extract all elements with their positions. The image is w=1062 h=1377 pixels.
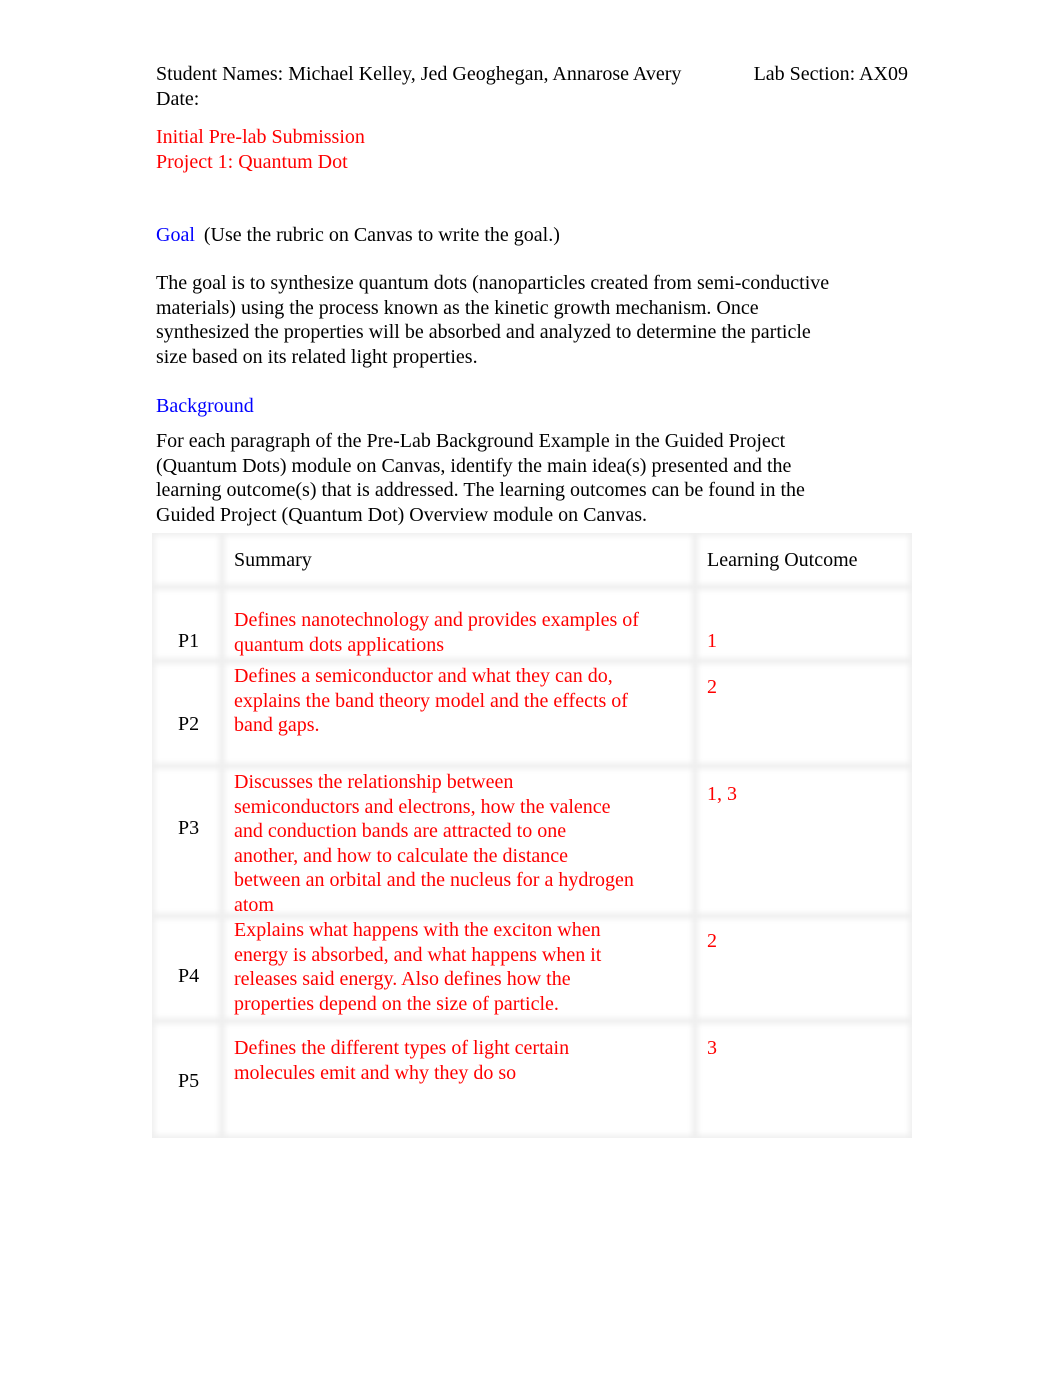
summary-cell: Explains what happens with the exciton w… [222, 916, 695, 1021]
project-title: Project 1: Quantum Dot [156, 150, 348, 173]
row-label-cell: P4 [152, 916, 222, 1021]
submission-block: Initial Pre-lab Submission Project 1: Qu… [156, 125, 365, 174]
date-label: Date: [156, 87, 200, 110]
summary-line: and conduction bands are attracted to on… [234, 820, 567, 842]
goal-paragraph: The goal is to synthesize quantum dots (… [156, 271, 866, 369]
summary-text: Explains what happens with the exciton w… [234, 918, 674, 1016]
row-label-cell: P1 [152, 587, 222, 661]
outcome-value: 2 [707, 930, 717, 952]
row-label: P5 [178, 1070, 200, 1092]
row-label-cell: P3 [152, 766, 222, 916]
outcome-value: 1, 3 [707, 783, 737, 805]
submission-title: Initial Pre-lab Submission [156, 126, 365, 148]
summary-text: Defines the different types of light cer… [234, 1036, 674, 1085]
summary-line: Defines nanotechnology and provides exam… [234, 609, 639, 631]
summary-line: Defines a semiconductor and what they ca… [234, 665, 613, 687]
outcome-cell: 3 [695, 1021, 912, 1138]
row-label: P4 [178, 965, 200, 987]
outcome-cell: 1 [695, 587, 912, 661]
summary-line: Defines the different types of light cer… [234, 1037, 570, 1059]
summary-text: Discusses the relationship between semic… [234, 770, 674, 917]
goal-instruction: (Use the rubric on Canvas to write the g… [203, 224, 560, 246]
table-row: P4 Explains what happens with the excito… [152, 916, 912, 1021]
summary-line: band gaps. [234, 714, 320, 736]
background-paragraph: For each paragraph of the Pre-Lab Backgr… [156, 429, 866, 527]
summary-line: Discusses the relationship between [234, 771, 514, 793]
goal-line: The goal is to synthesize quantum dots (… [156, 272, 830, 294]
goal-line: synthesized the properties will be absor… [156, 321, 811, 343]
learning-outcome-header: Learning Outcome [707, 549, 858, 571]
table-row: P5 Defines the different types of light … [152, 1021, 912, 1138]
summary-line: energy is absorbed, and what happens whe… [234, 943, 602, 966]
summary-text: Defines a semiconductor and what they ca… [234, 664, 674, 738]
table-row: P3 Discusses the relationship between se… [152, 766, 912, 916]
table-row: P1 Defines nanotechnology and provides e… [152, 587, 912, 661]
background-line: For each paragraph of the Pre-Lab Backgr… [156, 430, 786, 452]
outcome-value: 2 [707, 676, 717, 698]
summary-text: Defines nanotechnology and provides exam… [234, 608, 674, 657]
summary-header: Summary [234, 549, 312, 571]
goal-line: size based on its related light properti… [156, 345, 478, 368]
outcome-cell: 1, 3 [695, 766, 912, 916]
row-label: P3 [178, 817, 200, 839]
summary-cell: Defines the different types of light cer… [222, 1021, 695, 1138]
header-cell-empty [152, 533, 222, 587]
summary-line: between an orbital and the nucleus for a… [234, 869, 634, 891]
summary-line: quantum dots applications [234, 633, 444, 656]
summary-table: Summary Learning Outcome P1 Defines nano… [152, 533, 912, 1138]
document-header: Student Names: Michael Kelley, Jed Geogh… [156, 62, 908, 111]
summary-line: properties depend on the size of particl… [234, 992, 559, 1015]
summary-line: another, and how to calculate the distan… [234, 844, 569, 867]
outcome-cell: 2 [695, 916, 912, 1021]
summary-cell: Discusses the relationship between semic… [222, 766, 695, 916]
goal-line: materials) using the process known as th… [156, 296, 759, 319]
goal-heading: Goal [156, 224, 195, 246]
student-names: Student Names: Michael Kelley, Jed Geogh… [156, 63, 682, 85]
table-header-row: Summary Learning Outcome [152, 533, 912, 587]
summary-line: Explains what happens with the exciton w… [234, 919, 601, 941]
summary-line: semiconductors and electrons, how the va… [234, 795, 611, 818]
header-row: Student Names: Michael Kelley, Jed Geogh… [156, 62, 908, 87]
row-label-cell: P5 [152, 1021, 222, 1138]
outcome-cell: 2 [695, 661, 912, 766]
outcome-value: 1 [707, 630, 717, 652]
summary-line: atom [234, 893, 274, 916]
header-cell-outcome: Learning Outcome [695, 533, 912, 587]
summary-line: molecules emit and why they do so [234, 1061, 517, 1084]
row-label: P2 [178, 713, 200, 735]
row-label: P1 [178, 630, 200, 652]
summary-table-grid: Summary Learning Outcome P1 Defines nano… [152, 533, 912, 1138]
table-row: P2 Defines a semiconductor and what they… [152, 661, 912, 766]
goal-heading-row: Goal (Use the rubric on Canvas to write … [156, 223, 560, 248]
outcome-value: 3 [707, 1037, 717, 1059]
summary-cell: Defines nanotechnology and provides exam… [222, 587, 695, 661]
summary-cell: Defines a semiconductor and what they ca… [222, 661, 695, 766]
background-line: (Quantum Dots) module on Canvas, identif… [156, 454, 792, 477]
background-line: learning outcome(s) that is addressed. T… [156, 479, 805, 501]
background-heading: Background [156, 395, 254, 417]
row-label-cell: P2 [152, 661, 222, 766]
background-line: Guided Project (Quantum Dot) Overview mo… [156, 503, 648, 526]
header-cell-summary: Summary [222, 533, 695, 587]
lab-section: Lab Section: AX09 [753, 63, 908, 85]
summary-line: releases said energy. Also defines how t… [234, 968, 571, 990]
summary-line: explains the band theory model and the e… [234, 689, 628, 712]
